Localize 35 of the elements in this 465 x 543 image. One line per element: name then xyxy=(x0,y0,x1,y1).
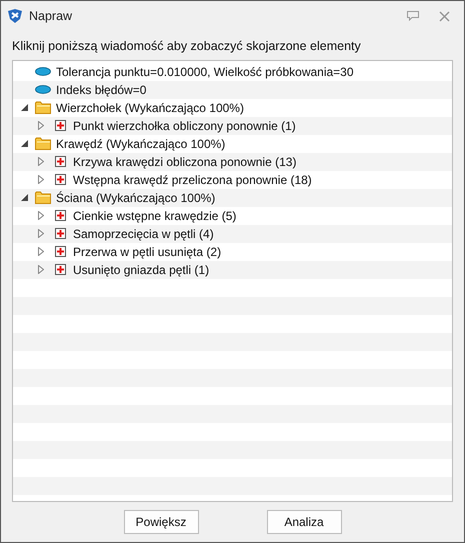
plus-square-icon xyxy=(54,246,66,258)
instruction-text: Kliknij poniższą wiadomość aby zobaczyć skojarzone elementy xyxy=(12,39,361,53)
plus-square-icon xyxy=(54,156,66,168)
zoom-button[interactable]: Powiększ xyxy=(124,510,198,534)
folder-icon xyxy=(35,101,51,114)
analyze-button[interactable]: Analiza xyxy=(266,510,342,534)
close-icon[interactable] xyxy=(439,10,450,22)
tree-item[interactable]: Przerwa w pętli usunięta (2) xyxy=(73,242,222,261)
plus-square-icon xyxy=(54,228,66,240)
expand-icon[interactable] xyxy=(38,157,44,166)
tree-item[interactable]: Wierzchołek (Wykańczająco 100%) xyxy=(56,98,244,117)
collapse-icon[interactable] xyxy=(21,140,28,148)
plus-square-icon xyxy=(54,264,66,276)
tree-item[interactable]: Wstępna krawędź przeliczona ponownie (18) xyxy=(73,170,312,189)
plus-square-icon xyxy=(54,120,66,132)
tree-item[interactable]: Krawędź (Wykańczająco 100%) xyxy=(56,134,226,153)
comment-icon[interactable] xyxy=(407,11,419,21)
plus-square-icon xyxy=(54,210,66,222)
expand-icon[interactable] xyxy=(38,175,44,184)
expand-icon[interactable] xyxy=(38,211,44,220)
expand-icon[interactable] xyxy=(38,247,44,256)
tree-item[interactable]: Tolerancja punktu=0.010000, Wielkość próbkowania=30 xyxy=(56,62,354,81)
window-title: Napraw xyxy=(29,8,72,25)
ellipse-icon xyxy=(35,67,51,76)
ellipse-icon xyxy=(35,85,51,94)
collapse-icon[interactable] xyxy=(21,104,28,112)
tree-item[interactable]: Cienkie wstępne krawędzie (5) xyxy=(73,206,236,225)
folder-icon xyxy=(35,191,51,204)
folder-icon xyxy=(35,137,51,150)
app-logo-icon xyxy=(7,8,23,24)
expand-icon[interactable] xyxy=(38,265,44,274)
expand-icon[interactable] xyxy=(38,121,44,130)
plus-square-icon xyxy=(54,174,66,186)
expand-icon[interactable] xyxy=(38,229,44,238)
collapse-icon[interactable] xyxy=(21,194,28,202)
